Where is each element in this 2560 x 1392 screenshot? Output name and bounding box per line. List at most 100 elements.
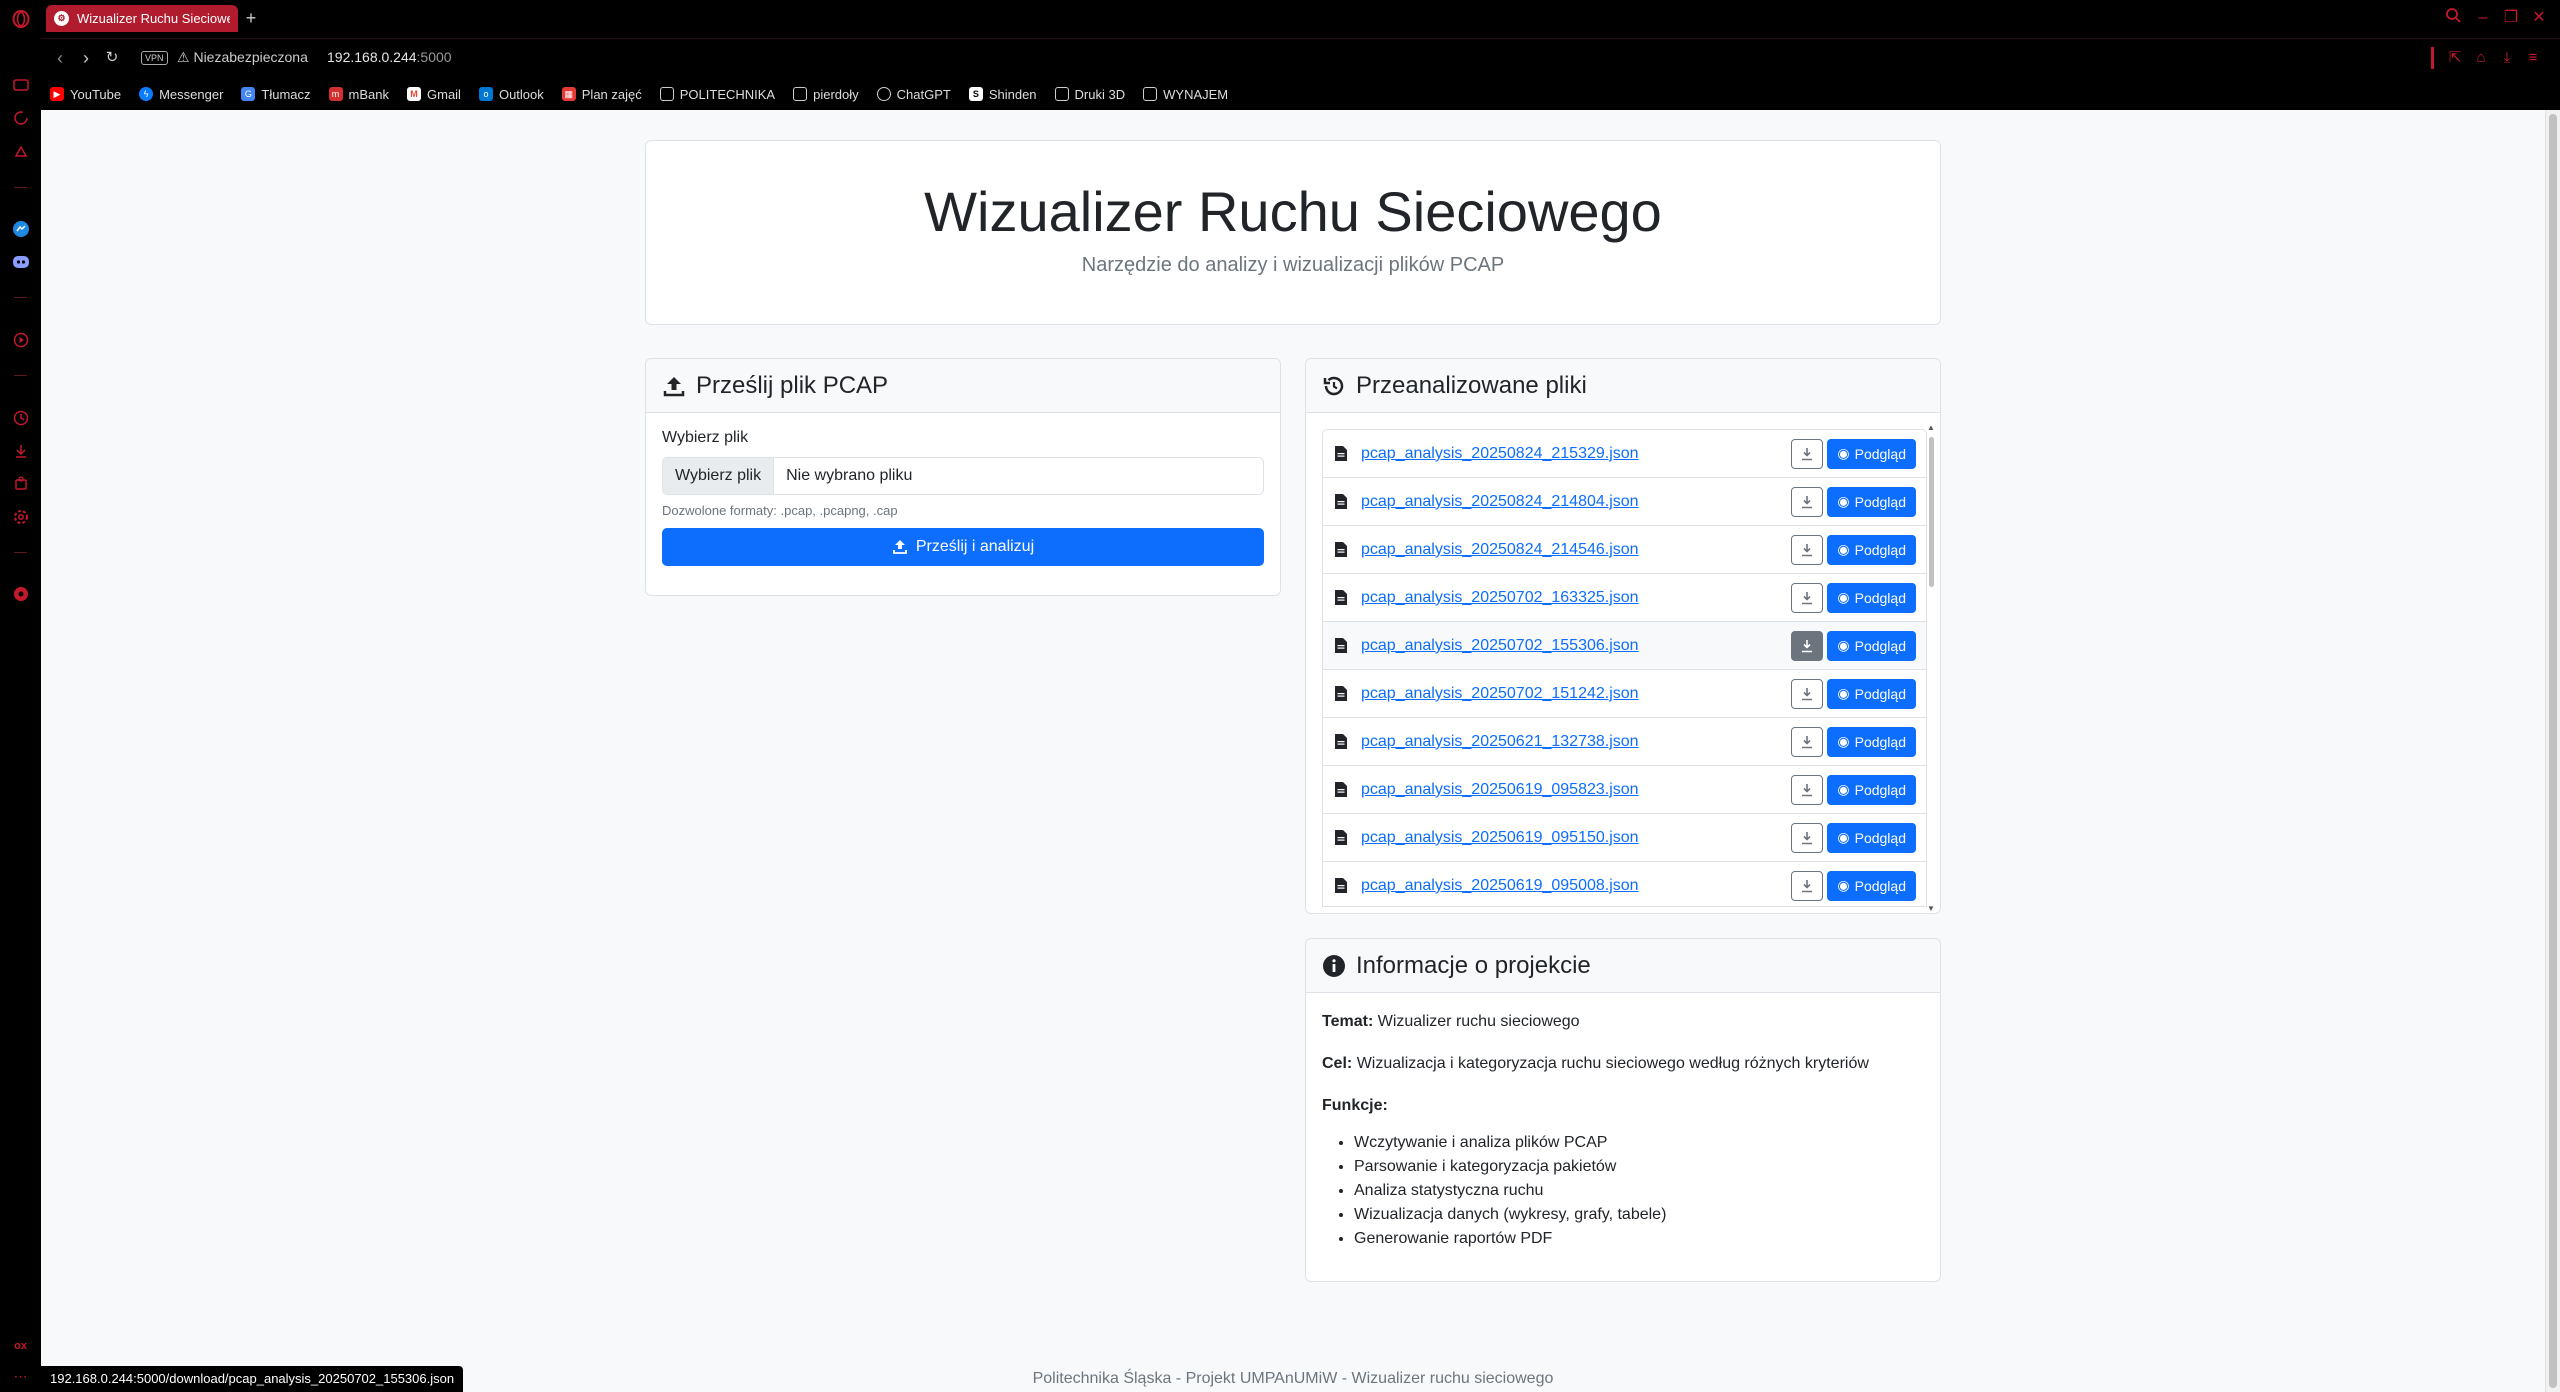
file-link[interactable]: pcap_analysis_20250619_095008.json [1361, 877, 1791, 895]
reload-button[interactable]: ↻ [101, 47, 123, 69]
downloads-icon[interactable] [10, 440, 31, 461]
search-tabs-icon[interactable] [2442, 7, 2464, 29]
bookmark-shinden[interactable]: S Shinden [968, 87, 1037, 102]
download-button-hovered[interactable] [1791, 630, 1824, 661]
ox-icon[interactable]: ox [10, 1335, 31, 1356]
bookmark-plan-zajec[interactable]: ▦ Plan zajęć [561, 87, 642, 102]
easy-setup-icon[interactable]: ≡ [2522, 47, 2544, 69]
vpn-badge[interactable]: VPN [141, 51, 168, 65]
page-scrollbar[interactable] [2545, 110, 2560, 1392]
bookmark-chatgpt[interactable]: ChatGPT [876, 87, 951, 102]
vpn-sidebar-icon[interactable] [10, 583, 31, 604]
bookmark-mbank[interactable]: m mBank [328, 87, 389, 102]
download-button[interactable] [1791, 582, 1824, 613]
file-link[interactable]: pcap_analysis_20250619_095150.json [1361, 829, 1791, 847]
download-button[interactable] [1791, 822, 1824, 853]
preview-label: Podgląd [1854, 733, 1906, 750]
upload-analyze-button[interactable]: Prześlij i analizuj [662, 528, 1264, 566]
download-button[interactable] [1791, 678, 1824, 709]
topic-line: Temat: Wizualizer ruchu sieciowego [1322, 1013, 1924, 1031]
download-button[interactable] [1791, 726, 1824, 757]
file-link[interactable]: pcap_analysis_20250824_214804.json [1361, 493, 1791, 511]
url-field[interactable]: 192.168.0.244:5000 [327, 49, 452, 65]
bookmark-folder-pierdoly[interactable]: pierdoły [793, 87, 859, 102]
refresh-feed-icon[interactable] [10, 107, 31, 128]
file-link[interactable]: pcap_analysis_20250621_132738.json [1361, 733, 1791, 751]
warning-icon: ⚠ [177, 49, 190, 65]
mbank-icon: m [328, 87, 343, 101]
snapshot-icon[interactable]: ⇱ [2444, 47, 2466, 69]
download-icon [1802, 543, 1813, 556]
analyzed-files-title: Przeanalizowane pliki [1356, 371, 1587, 399]
preview-label: Podgląd [1854, 877, 1906, 894]
download-button[interactable] [1791, 534, 1824, 565]
preview-button[interactable]: ◉ Podgląd [1827, 870, 1916, 901]
files-list-scroll-thumb[interactable] [1929, 437, 1934, 587]
features-label: Funkcje: [1322, 1097, 1388, 1114]
download-button[interactable] [1791, 438, 1824, 469]
bookmark-tlumacz[interactable]: G Tłumacz [241, 87, 311, 102]
bookmark-messenger[interactable]: ϟ Messenger [139, 87, 223, 102]
forward-button[interactable]: › [75, 47, 97, 69]
close-window-button[interactable]: ✕ [2528, 7, 2550, 29]
preview-button[interactable]: ◉ Podgląd [1827, 678, 1916, 709]
new-tab-button[interactable]: + [241, 8, 261, 28]
discord-icon[interactable] [10, 251, 31, 272]
analyzed-files-header: Przeanalizowane pliki [1306, 359, 1940, 413]
files-list-scrollbar[interactable]: ▲ ▼ [1926, 423, 1936, 913]
preview-button[interactable]: ◉ Podgląd [1827, 630, 1916, 661]
download-button[interactable] [1791, 774, 1824, 805]
file-icon [1335, 782, 1347, 797]
goal-label: Cel: [1322, 1055, 1353, 1072]
file-link[interactable]: pcap_analysis_20250702_155306.json [1361, 637, 1791, 655]
opera-sidebar: ox ⋯ [0, 0, 41, 1392]
restore-button[interactable]: ❐ [2500, 7, 2522, 29]
preview-button[interactable]: ◉ Podgląd [1827, 822, 1916, 853]
scroll-up-icon[interactable]: ▲ [1927, 423, 1935, 432]
security-indicator[interactable]: ⚠ Niezabezpieczona [177, 49, 308, 66]
bookmark-folder-politechnika[interactable]: POLITECHNIKA [659, 87, 775, 102]
minimize-button[interactable]: – [2472, 7, 2494, 29]
tab-active[interactable]: ⚙ Wizualizer Ruchu Sieciowego [46, 5, 238, 32]
settings-icon[interactable] [10, 506, 31, 527]
opera-logo-icon[interactable] [10, 8, 31, 29]
file-link[interactable]: pcap_analysis_20250824_215329.json [1361, 445, 1791, 463]
messenger-icon[interactable] [10, 218, 31, 239]
download-icon [1802, 639, 1813, 652]
analyzed-files-list[interactable]: pcap_analysis_20250824_215329.json ◉ Podg… [1322, 429, 1927, 907]
preview-button[interactable]: ◉ Podgląd [1827, 582, 1916, 613]
bookmark-folder-wynajem[interactable]: WYNAJEM [1143, 87, 1228, 102]
history-icon[interactable] [10, 407, 31, 428]
extensions-icon[interactable] [10, 473, 31, 494]
feature-item: Generowanie raportów PDF [1354, 1227, 1924, 1251]
bookmark-outlook[interactable]: o Outlook [478, 87, 544, 102]
file-link[interactable]: pcap_analysis_20250824_214546.json [1361, 541, 1791, 559]
scroll-down-icon[interactable]: ▼ [1927, 904, 1935, 913]
download-button[interactable] [1791, 870, 1824, 901]
bookmark-youtube[interactable]: ▶ YouTube [50, 87, 121, 102]
more-icon[interactable]: ⋯ [10, 1366, 31, 1387]
folder-icon [793, 87, 808, 101]
download-button[interactable] [1791, 486, 1824, 517]
preview-button[interactable]: ◉ Podgląd [1827, 486, 1916, 517]
back-button[interactable]: ‹ [49, 47, 71, 69]
preview-button[interactable]: ◉ Podgląd [1827, 774, 1916, 805]
preview-button[interactable]: ◉ Podgląd [1827, 534, 1916, 565]
wallet-icon[interactable]: ⌂ [2470, 47, 2492, 69]
player-icon[interactable] [10, 329, 31, 350]
file-link[interactable]: pcap_analysis_20250702_163325.json [1361, 589, 1791, 607]
preview-button[interactable]: ◉ Podgląd [1827, 726, 1916, 757]
file-input[interactable]: Wybierz plik Nie wybrano pliku [662, 457, 1264, 495]
bookmark-gmail[interactable]: M Gmail [407, 87, 461, 102]
bookmark-folder-druki3d[interactable]: Druki 3D [1054, 87, 1125, 102]
download-icon[interactable]: ⤓ [2496, 47, 2518, 69]
feature-item: Wczytywanie i analiza plików PCAP [1354, 1131, 1924, 1155]
aria-icon[interactable] [10, 141, 31, 162]
preview-label: Podgląd [1854, 589, 1906, 606]
speed-dial-icon[interactable] [10, 74, 31, 95]
page-scroll-thumb[interactable] [2549, 114, 2557, 1388]
file-link[interactable]: pcap_analysis_20250619_095823.json [1361, 781, 1791, 799]
file-link[interactable]: pcap_analysis_20250702_151242.json [1361, 685, 1791, 703]
preview-button[interactable]: ◉ Podgląd [1827, 438, 1916, 469]
choose-file-button[interactable]: Wybierz plik [663, 458, 775, 494]
